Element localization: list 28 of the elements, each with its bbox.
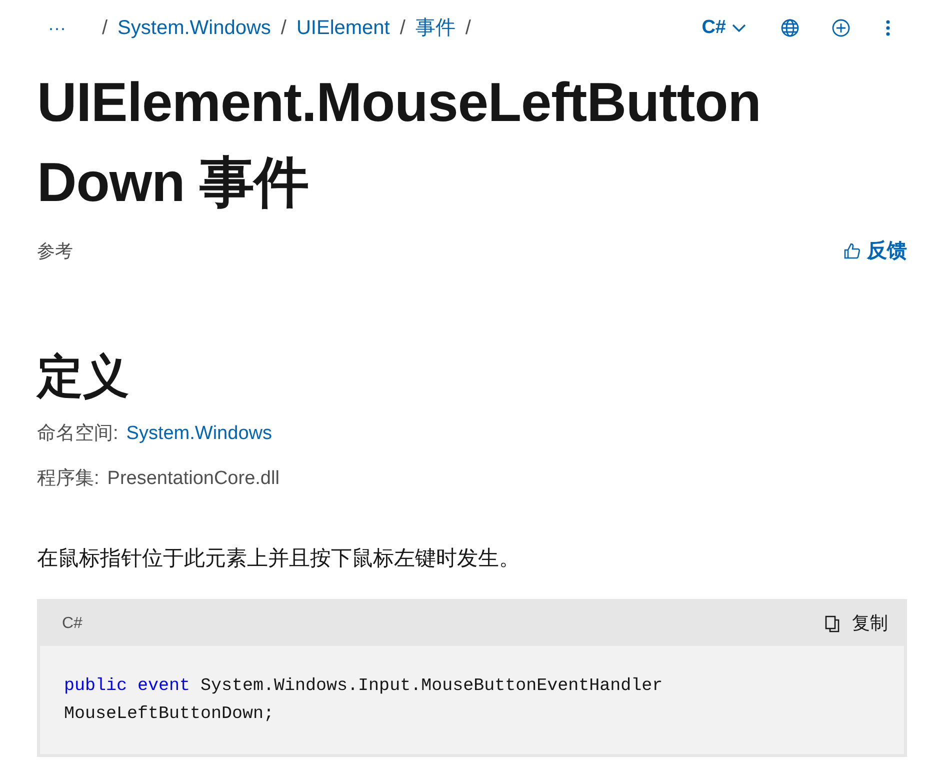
breadcrumb-separator: / bbox=[102, 16, 108, 41]
copy-button[interactable]: 复制 bbox=[824, 610, 888, 637]
code-line: public event System.Windows.Input.MouseButtonEventHandler bbox=[64, 674, 664, 698]
section-heading: 定义 bbox=[37, 349, 130, 404]
breadcrumb-separator: / bbox=[400, 16, 406, 41]
meta-label: 程序集: bbox=[37, 466, 100, 490]
thumbs-up-icon bbox=[843, 242, 861, 260]
meta-label: 命名空间: bbox=[37, 422, 118, 446]
add-icon[interactable] bbox=[831, 18, 851, 38]
namespace-link[interactable]: System.Windows bbox=[126, 420, 272, 448]
more-options-icon[interactable] bbox=[885, 19, 891, 37]
breadcrumb-link[interactable]: System.Windows bbox=[118, 13, 271, 43]
breadcrumb-link[interactable]: UIElement bbox=[296, 13, 390, 43]
more-button[interactable]: ··· bbox=[48, 14, 66, 42]
globe-icon[interactable] bbox=[780, 18, 800, 38]
feedback-button[interactable]: 反馈 bbox=[843, 236, 907, 266]
code-line: MouseLeftButtonDown; bbox=[64, 702, 276, 726]
language-dropdown[interactable]: C# bbox=[702, 14, 746, 42]
meta-value: PresentationCore.dll bbox=[107, 466, 280, 490]
copy-icon bbox=[824, 614, 842, 632]
code-language: C# bbox=[62, 614, 82, 634]
breadcrumb-link[interactable]: 事件 bbox=[415, 13, 456, 43]
subtitle: 参考 bbox=[37, 240, 73, 262]
description: 在鼠标指针位于此元素上并且按下鼠标左键时发生。 bbox=[37, 546, 521, 572]
page-title: UIElement.MouseLeftButtonDown 事件 bbox=[37, 70, 762, 215]
chevron-icon bbox=[732, 23, 746, 33]
breadcrumb-separator: / bbox=[465, 16, 471, 41]
breadcrumb-separator: / bbox=[280, 16, 286, 41]
